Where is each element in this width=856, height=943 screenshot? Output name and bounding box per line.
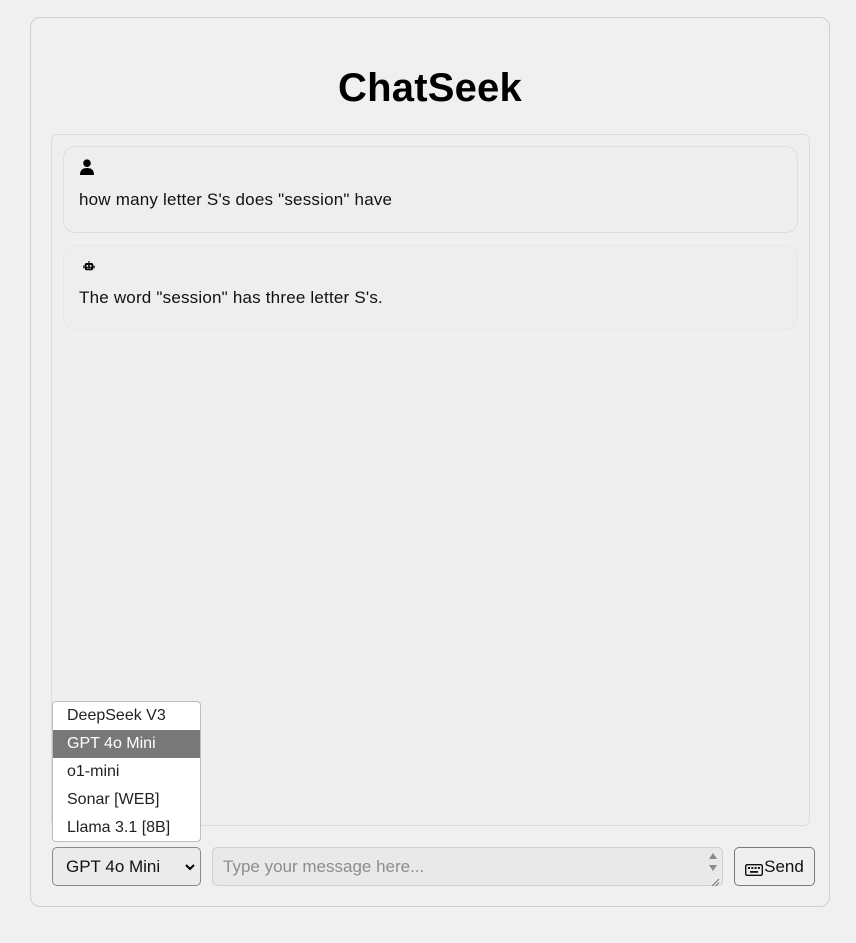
send-button-label: Send bbox=[764, 856, 804, 876]
app-container: ChatSeek how many letter S's does "sessi… bbox=[30, 17, 830, 907]
chevron-down-icon bbox=[183, 859, 197, 873]
bot-message: The word "session" has three letter S's. bbox=[63, 245, 798, 330]
model-select-value: GPT 4o Mini bbox=[66, 856, 161, 876]
message-input[interactable] bbox=[213, 848, 708, 885]
model-option[interactable]: Sonar [WEB] bbox=[53, 786, 200, 814]
model-option-selected[interactable]: GPT 4o Mini bbox=[53, 730, 200, 758]
keyboard-icon bbox=[745, 861, 764, 876]
model-option[interactable]: o1-mini bbox=[53, 758, 200, 786]
user-message: how many letter S's does "session" have bbox=[63, 146, 798, 233]
scroll-spinner-icon[interactable] bbox=[707, 850, 719, 874]
model-select[interactable]: GPT 4o Mini bbox=[52, 847, 201, 886]
robot-icon bbox=[79, 258, 95, 274]
resize-grip-icon[interactable] bbox=[711, 874, 720, 887]
model-option[interactable]: Llama 3.1 [8B] bbox=[53, 814, 200, 841]
user-icon bbox=[79, 159, 95, 175]
send-button[interactable]: Send bbox=[734, 847, 815, 886]
message-text: how many letter S's does "session" have bbox=[79, 190, 393, 209]
model-option[interactable]: DeepSeek V3 bbox=[53, 702, 200, 730]
message-text: The word "session" has three letter S's. bbox=[79, 288, 383, 307]
page-title: ChatSeek bbox=[338, 66, 522, 110]
message-input-wrapper bbox=[212, 847, 723, 887]
model-dropdown-list[interactable]: DeepSeek V3 GPT 4o Mini o1-mini Sonar [W… bbox=[52, 701, 201, 842]
